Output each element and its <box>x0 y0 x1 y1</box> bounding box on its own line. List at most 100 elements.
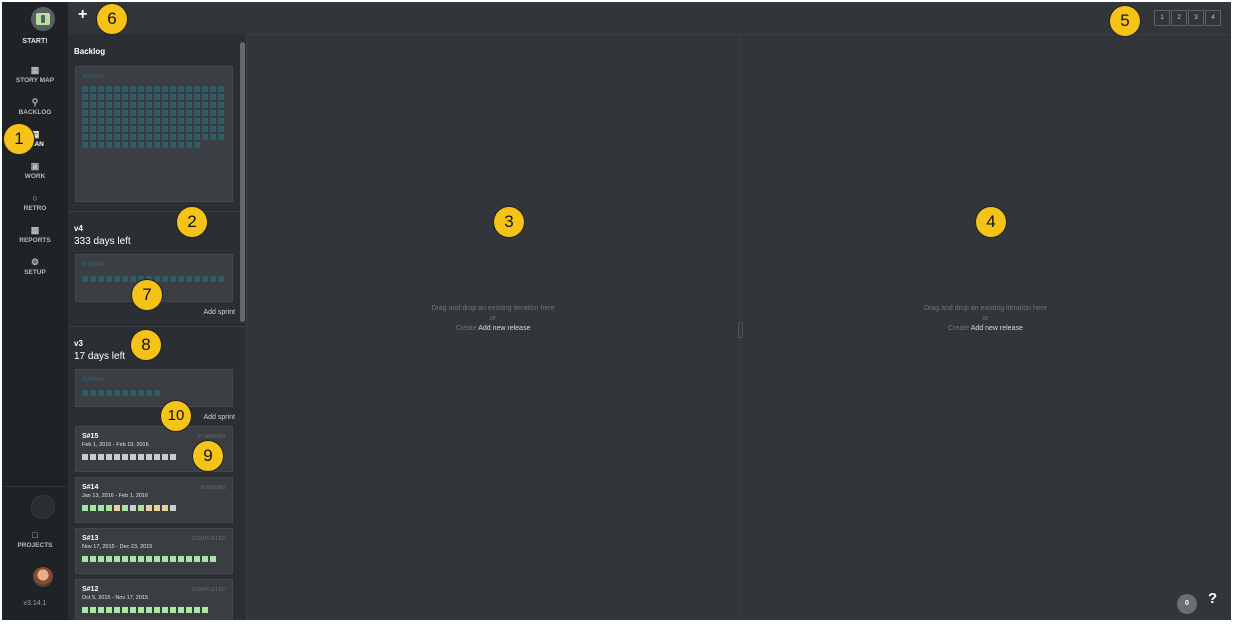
story-square[interactable] <box>114 126 120 132</box>
notification-badge[interactable]: 0 <box>1177 594 1197 614</box>
story-square[interactable] <box>130 134 136 140</box>
story-square[interactable] <box>162 505 168 511</box>
story-square[interactable] <box>170 86 176 92</box>
story-square[interactable] <box>130 94 136 100</box>
story-square[interactable] <box>130 390 136 396</box>
story-square[interactable] <box>194 607 200 613</box>
story-square[interactable] <box>162 276 168 282</box>
layout-option-2[interactable]: 2 <box>1171 10 1187 26</box>
story-square[interactable] <box>218 102 224 108</box>
story-square[interactable] <box>130 607 136 613</box>
story-square[interactable] <box>154 607 160 613</box>
layout-option-1[interactable]: 1 <box>1154 10 1170 26</box>
story-square[interactable] <box>114 390 120 396</box>
story-square[interactable] <box>106 86 112 92</box>
story-square[interactable] <box>98 390 104 396</box>
story-square[interactable] <box>194 556 200 562</box>
story-square[interactable] <box>186 110 192 116</box>
story-square[interactable] <box>210 134 216 140</box>
story-square[interactable] <box>106 390 112 396</box>
story-square[interactable] <box>154 505 160 511</box>
story-square[interactable] <box>202 134 208 140</box>
story-square[interactable] <box>162 134 168 140</box>
story-square[interactable] <box>162 454 168 460</box>
story-square[interactable] <box>146 454 152 460</box>
story-square[interactable] <box>130 86 136 92</box>
sidebar-item-reports[interactable]: ▩ REPORTS <box>2 225 68 244</box>
story-square[interactable] <box>98 118 104 124</box>
story-square[interactable] <box>186 126 192 132</box>
story-square[interactable] <box>202 102 208 108</box>
story-square[interactable] <box>114 505 120 511</box>
story-square[interactable] <box>194 102 200 108</box>
story-square[interactable] <box>122 556 128 562</box>
story-square[interactable] <box>98 607 104 613</box>
story-square[interactable] <box>130 454 136 460</box>
story-square[interactable] <box>130 118 136 124</box>
story-square[interactable] <box>154 126 160 132</box>
story-square[interactable] <box>146 505 152 511</box>
release-icebox[interactable]: Icebox <box>75 369 233 407</box>
story-square[interactable] <box>90 86 96 92</box>
story-square[interactable] <box>170 607 176 613</box>
story-square[interactable] <box>82 556 88 562</box>
story-square[interactable] <box>138 94 144 100</box>
story-square[interactable] <box>122 276 128 282</box>
story-square[interactable] <box>114 110 120 116</box>
story-square[interactable] <box>162 102 168 108</box>
story-square[interactable] <box>90 505 96 511</box>
story-square[interactable] <box>114 556 120 562</box>
layout-option-3[interactable]: 3 <box>1188 10 1204 26</box>
story-square[interactable] <box>210 86 216 92</box>
story-square[interactable] <box>154 454 160 460</box>
layout-option-4[interactable]: 4 <box>1205 10 1221 26</box>
story-square[interactable] <box>90 142 96 148</box>
sprint-card[interactable]: S#14 Jan 13, 2016 - Feb 1, 2016 RUNNING <box>75 477 233 523</box>
story-square[interactable] <box>162 118 168 124</box>
story-square[interactable] <box>146 556 152 562</box>
story-square[interactable] <box>138 505 144 511</box>
story-square[interactable] <box>186 142 192 148</box>
story-square[interactable] <box>186 102 192 108</box>
story-square[interactable] <box>122 607 128 613</box>
backlog-icebox[interactable]: Icebox <box>75 66 233 202</box>
story-square[interactable] <box>106 142 112 148</box>
story-square[interactable] <box>154 102 160 108</box>
story-square[interactable] <box>90 454 96 460</box>
story-square[interactable] <box>106 276 112 282</box>
story-square[interactable] <box>98 102 104 108</box>
release-dropzone-3[interactable]: Drag and drop an existing iteration here… <box>740 34 1231 620</box>
story-square[interactable] <box>90 118 96 124</box>
story-square[interactable] <box>98 110 104 116</box>
story-square[interactable] <box>194 110 200 116</box>
start-link[interactable]: START! <box>2 38 68 45</box>
story-square[interactable] <box>162 126 168 132</box>
story-square[interactable] <box>194 86 200 92</box>
story-square[interactable] <box>170 118 176 124</box>
story-square[interactable] <box>154 110 160 116</box>
story-square[interactable] <box>178 556 184 562</box>
story-square[interactable] <box>154 556 160 562</box>
story-square[interactable] <box>138 102 144 108</box>
story-square[interactable] <box>186 276 192 282</box>
story-square[interactable] <box>162 110 168 116</box>
story-square[interactable] <box>98 276 104 282</box>
help-button[interactable]: ? <box>1208 590 1217 607</box>
story-square[interactable] <box>90 110 96 116</box>
story-square[interactable] <box>178 134 184 140</box>
sidebar-item-backlog[interactable]: ⚲ BACKLOG <box>2 97 68 116</box>
story-square[interactable] <box>98 556 104 562</box>
story-square[interactable] <box>202 276 208 282</box>
add-new-release-link[interactable]: Add new release <box>971 325 1023 332</box>
story-square[interactable] <box>90 556 96 562</box>
story-square[interactable] <box>82 94 88 100</box>
story-square[interactable] <box>218 110 224 116</box>
story-square[interactable] <box>194 118 200 124</box>
story-square[interactable] <box>210 94 216 100</box>
story-square[interactable] <box>114 454 120 460</box>
story-square[interactable] <box>138 390 144 396</box>
story-square[interactable] <box>170 505 176 511</box>
story-square[interactable] <box>114 607 120 613</box>
story-square[interactable] <box>82 110 88 116</box>
story-square[interactable] <box>210 110 216 116</box>
